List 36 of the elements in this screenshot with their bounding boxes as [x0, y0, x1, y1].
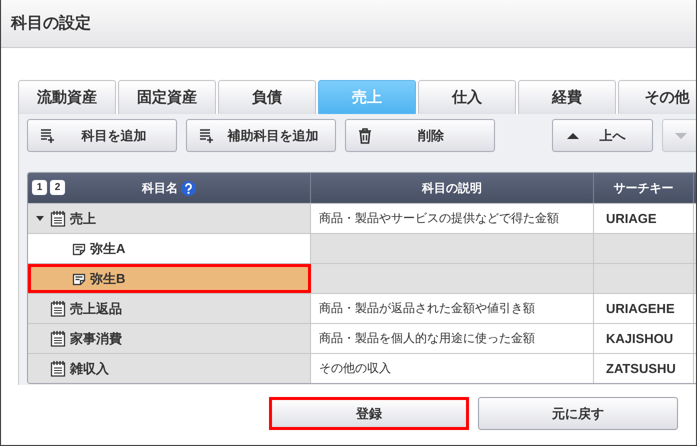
- account-name-cell[interactable]: 売上返品: [28, 294, 311, 323]
- down-arrow-icon: [675, 132, 687, 140]
- column-header: 科目名: [142, 180, 178, 196]
- up-arrow-icon: [567, 132, 579, 140]
- add-button[interactable]: 科目を追加: [27, 119, 177, 152]
- register-button[interactable]: 登録: [269, 397, 469, 430]
- document-icon: [72, 272, 86, 286]
- level-button[interactable]: 2: [50, 180, 65, 195]
- caret-down-icon[interactable]: [36, 216, 44, 222]
- level-button[interactable]: 1: [32, 180, 47, 195]
- notebook-icon: [50, 210, 66, 227]
- add-list-icon: [40, 128, 56, 144]
- tab[interactable]: 固定資産: [118, 80, 216, 114]
- column-header: 科目の説明: [422, 180, 482, 196]
- document-icon: [72, 242, 86, 256]
- revert-button[interactable]: 元に戻す: [478, 397, 678, 430]
- add-button[interactable]: 補助科目を追加: [186, 119, 336, 152]
- delete-button[interactable]: 削除: [345, 119, 495, 152]
- tab[interactable]: その他: [618, 80, 696, 114]
- notebook-icon: [50, 300, 66, 317]
- move-up-button[interactable]: 上へ: [552, 119, 653, 152]
- account-name-cell[interactable]: 雑収入: [28, 354, 311, 383]
- tab[interactable]: 仕入: [418, 80, 516, 114]
- trash-icon: [358, 128, 372, 144]
- window-title: 科目の設定: [11, 13, 91, 34]
- add-list-icon: [199, 128, 215, 144]
- column-header: サーチキー: [614, 180, 674, 196]
- notebook-icon: [50, 360, 66, 377]
- account-name-cell[interactable]: 弥生B: [28, 264, 311, 293]
- tab[interactable]: 負債: [218, 80, 316, 114]
- tab[interactable]: 経費: [518, 80, 616, 114]
- tab[interactable]: 流動資産: [18, 80, 116, 114]
- notebook-icon: [50, 330, 66, 347]
- help-icon[interactable]: [181, 180, 196, 196]
- account-name-cell[interactable]: 家事消費: [28, 324, 311, 353]
- account-name-cell[interactable]: 売上: [28, 204, 311, 233]
